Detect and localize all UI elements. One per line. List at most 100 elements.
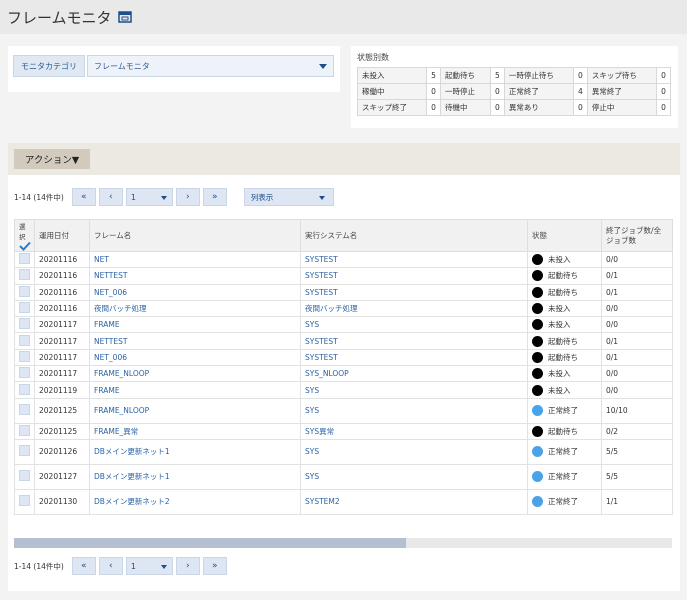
status-dot-icon [532,496,543,508]
frame-link[interactable]: DBメイン更新ネット2 [89,488,301,515]
status-count: 0 [426,99,442,116]
frame-link[interactable]: FRAME_NLOOP [89,365,301,383]
system-link[interactable]: SYS [300,438,528,465]
row-select-cell [14,316,35,334]
table-row[interactable]: 20201119 FRAME SYS 未投入 0/0 [14,381,673,399]
system-link[interactable]: SYS [300,397,528,424]
page-select-bottom[interactable]: 1 [125,557,173,575]
system-link[interactable]: 夜間バッチ処理 [300,299,528,318]
table-row[interactable]: 20201125 FRAME_異常 SYS異常 起動待ち 0/2 [14,422,673,440]
frame-link[interactable]: DBメイン更新ネット1 [89,463,301,490]
status-label: 起動待ち [440,67,491,84]
prev-page-button-bottom[interactable]: ‹ [98,557,123,575]
table-row[interactable]: 20201130 DBメイン更新ネット2 SYSTEM2 正常終了 1/1 [14,488,673,515]
row-checkbox[interactable] [19,285,30,297]
status-label: 一時停止 [440,83,491,100]
status-count: 0 [656,99,671,116]
table-row[interactable]: 20201125 FRAME_NLOOP SYS 正常終了 10/10 [14,397,673,424]
system-link[interactable]: SYS [300,381,528,399]
jobs-cell: 5/5 [601,463,673,490]
date-cell: 20201117 [34,348,90,367]
row-checkbox[interactable] [19,383,30,395]
status-cell: 未投入 [527,381,602,399]
row-checkbox[interactable] [19,269,30,281]
system-link[interactable]: SYSTEST [300,283,528,301]
select-column-header[interactable]: 選択 [14,219,35,252]
date-cell: 20201126 [34,438,90,465]
row-checkbox[interactable] [19,495,30,507]
frame-link[interactable]: NETTEST [89,332,301,350]
status-dot-icon [532,351,543,363]
system-link[interactable]: SYS異常 [300,422,528,440]
table-row[interactable]: 20201116 NET SYSTEST 未投入 0/0 [14,250,673,269]
table-row[interactable]: 20201117 NETTEST SYSTEST 起動待ち 0/1 [14,332,673,350]
frame-link[interactable]: FRAME [89,316,301,334]
first-page-button[interactable]: « [71,188,96,206]
system-link[interactable]: SYSTEST [300,348,528,367]
table-row[interactable]: 20201116 NETTEST SYSTEST 起動待ち 0/1 [14,267,673,285]
system-link[interactable]: SYS_NLOOP [300,365,528,383]
status-dot-icon [532,270,543,282]
page-select[interactable]: 1 [125,188,173,206]
prev-page-button[interactable]: ‹ [98,188,123,206]
horizontal-scrollbar[interactable] [14,538,672,548]
frame-link[interactable]: NET_006 [89,348,301,367]
frame-link[interactable]: 夜間バッチ処理 [89,299,301,318]
frame-link[interactable]: NET [89,250,301,269]
table-row[interactable]: 20201127 DBメイン更新ネット1 SYS 正常終了 5/5 [14,463,673,490]
popout-window-icon[interactable] [117,11,132,23]
status-dot-icon [532,446,543,458]
row-select-cell [14,438,35,465]
monitor-category-select[interactable]: フレームモニタ [87,55,334,77]
status-column-header[interactable]: 状態 [527,219,602,252]
action-menu-button[interactable]: アクション▼ [14,149,90,169]
next-page-button[interactable]: › [175,188,200,206]
system-link[interactable]: SYSTEST [300,250,528,269]
jobs-cell: 10/10 [601,397,673,424]
table-row[interactable]: 20201116 夜間バッチ処理 夜間バッチ処理 未投入 0/0 [14,299,673,318]
date-column-header[interactable]: 運用日付 [34,219,90,252]
status-summary-row: 稼働中 0 一時停止 0 正常終了 4 異常終了 0 [356,83,671,100]
column-display-select[interactable]: 列表示 [243,188,334,206]
table-header-row: 選択 運用日付 フレーム名 実行システム名 状態 終了ジョブ数/全ジョブ数 [14,219,673,252]
system-link[interactable]: SYS [300,316,528,334]
system-link[interactable]: SYS [300,463,528,490]
frame-link[interactable]: FRAME [89,381,301,399]
frame-link[interactable]: FRAME_異常 [89,422,301,440]
row-checkbox[interactable] [19,470,30,482]
frame-link[interactable]: NET_006 [89,283,301,301]
system-link[interactable]: SYSTEM2 [300,488,528,515]
frame-link[interactable]: DBメイン更新ネット1 [89,438,301,465]
row-checkbox[interactable] [19,302,30,314]
row-checkbox[interactable] [19,253,30,265]
row-checkbox[interactable] [19,445,30,457]
table-row[interactable]: 20201117 FRAME_NLOOP SYS_NLOOP 未投入 0/0 [14,365,673,383]
system-column-header[interactable]: 実行システム名 [300,219,528,252]
row-checkbox[interactable] [19,350,30,362]
last-page-button-bottom[interactable]: » [202,557,227,575]
row-checkbox[interactable] [19,334,30,346]
table-row[interactable]: 20201117 NET_006 SYSTEST 起動待ち 0/1 [14,348,673,367]
table-row[interactable]: 20201116 NET_006 SYSTEST 起動待ち 0/1 [14,283,673,301]
monitor-category-panel: モニタカテゴリ フレームモニタ [8,46,340,92]
row-select-cell [14,488,35,515]
result-count-bottom: 1-14 (14件中) [14,561,64,571]
row-checkbox[interactable] [19,404,30,416]
first-page-button-bottom[interactable]: « [71,557,96,575]
frame-column-header[interactable]: フレーム名 [89,219,301,252]
next-page-button-bottom[interactable]: › [175,557,200,575]
last-page-button[interactable]: » [202,188,227,206]
jobs-column-header[interactable]: 終了ジョブ数/全ジョブ数 [601,219,673,252]
row-checkbox[interactable] [19,367,30,379]
row-checkbox[interactable] [19,424,30,436]
row-checkbox[interactable] [19,318,30,330]
date-cell: 20201116 [34,299,90,318]
system-link[interactable]: SYSTEST [300,332,528,350]
table-row[interactable]: 20201126 DBメイン更新ネット1 SYS 正常終了 5/5 [14,438,673,465]
frame-link[interactable]: FRAME_NLOOP [89,397,301,424]
table-row[interactable]: 20201117 FRAME SYS 未投入 0/0 [14,316,673,334]
frame-link[interactable]: NETTEST [89,267,301,285]
system-link[interactable]: SYSTEST [300,267,528,285]
scrollbar-thumb[interactable] [14,538,406,548]
status-dot-icon [532,471,543,483]
